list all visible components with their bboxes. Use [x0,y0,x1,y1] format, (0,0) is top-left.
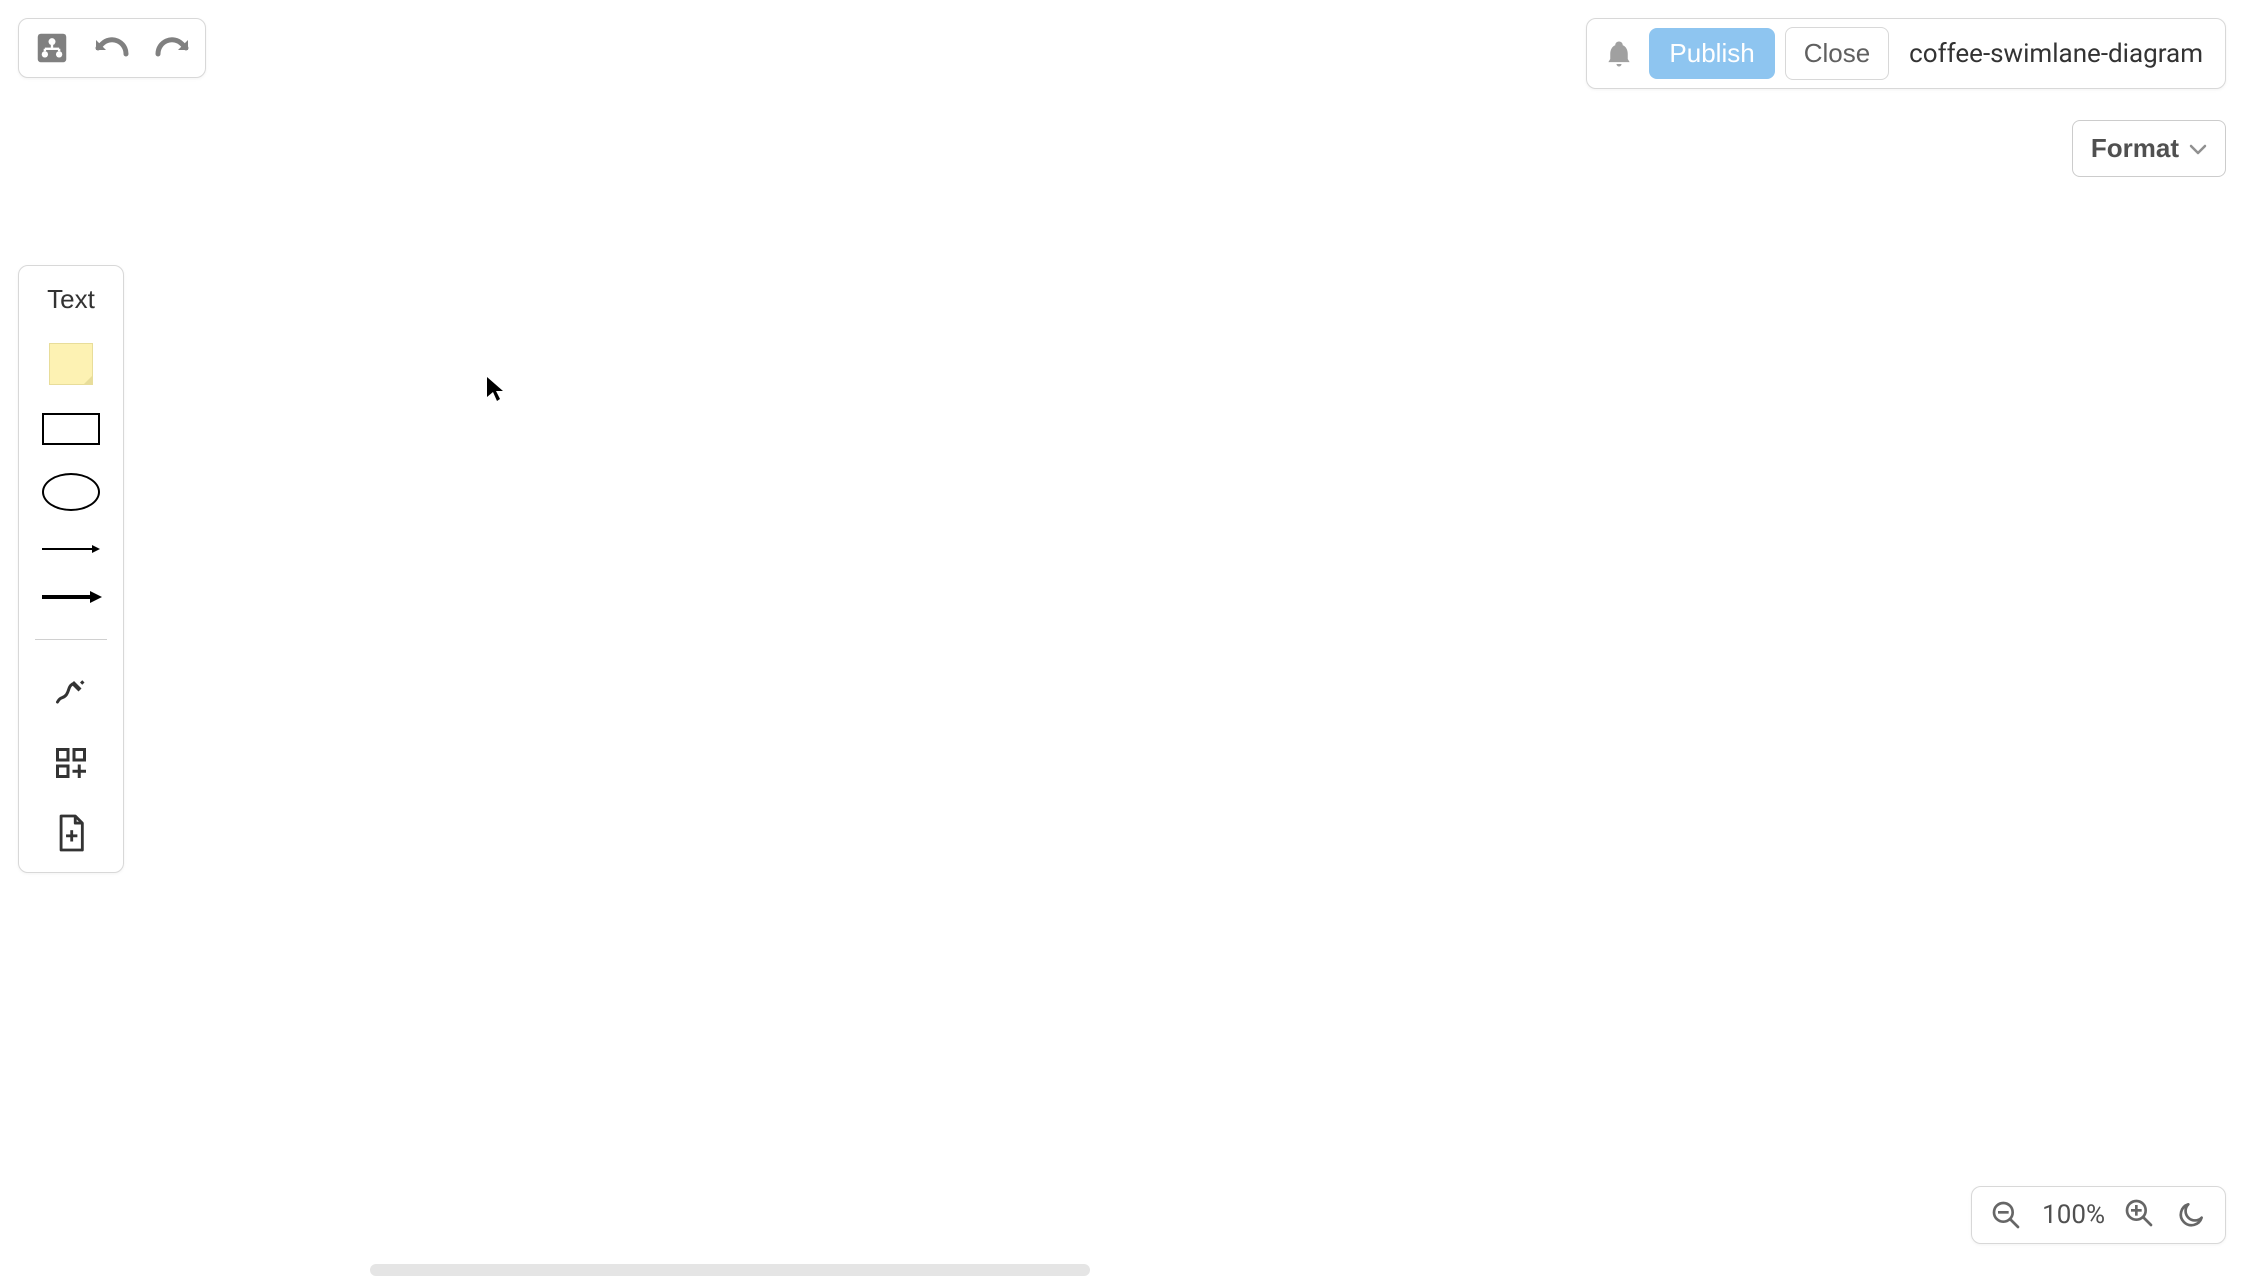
ellipse-tool[interactable] [42,473,100,511]
format-container: Format [2072,120,2226,177]
format-button[interactable]: Format [2072,120,2226,177]
document-title: coffee-swimlane-diagram [1899,39,2213,69]
redo-icon [152,34,192,62]
close-button[interactable]: Close [1785,27,1889,80]
thick-arrow-tool[interactable] [40,587,102,607]
bell-icon [1604,38,1634,70]
thin-arrow-tool[interactable] [40,539,102,559]
shape-palette: Text [18,265,124,873]
zoom-bar: 100% [1971,1186,2226,1244]
horizontal-scrollbar[interactable] [370,1264,1090,1276]
chevron-down-icon [2189,143,2207,155]
publish-button[interactable]: Publish [1649,28,1774,79]
top-right-toolbar: Publish Close coffee-swimlane-diagram [1586,18,2226,89]
shapes-library-tool[interactable] [50,742,92,784]
notifications-button[interactable] [1599,34,1639,74]
document-plus-icon [54,813,88,853]
zoom-in-icon [2123,1197,2155,1229]
sitemap-icon [33,29,71,67]
mouse-cursor [485,375,505,407]
moon-icon [2175,1199,2207,1231]
format-label: Format [2091,133,2179,164]
freehand-tool[interactable] [50,672,92,714]
zoom-level: 100% [2042,1200,2105,1230]
template-tool[interactable] [50,812,92,854]
rectangle-tool[interactable] [42,413,100,445]
redo-button[interactable] [151,27,193,69]
freehand-icon [53,675,89,711]
text-tool[interactable]: Text [47,284,95,315]
zoom-out-button[interactable] [1988,1197,2024,1233]
top-left-toolbar [18,18,206,78]
palette-divider [35,639,107,640]
sticky-note-tool[interactable] [49,343,93,385]
undo-icon [92,34,132,62]
shapes-grid-icon [53,745,89,781]
sitemap-button[interactable] [31,27,73,69]
dark-mode-button[interactable] [2173,1197,2209,1233]
zoom-in-button[interactable] [2123,1197,2155,1233]
undo-button[interactable] [91,27,133,69]
zoom-out-icon [1990,1199,2022,1231]
